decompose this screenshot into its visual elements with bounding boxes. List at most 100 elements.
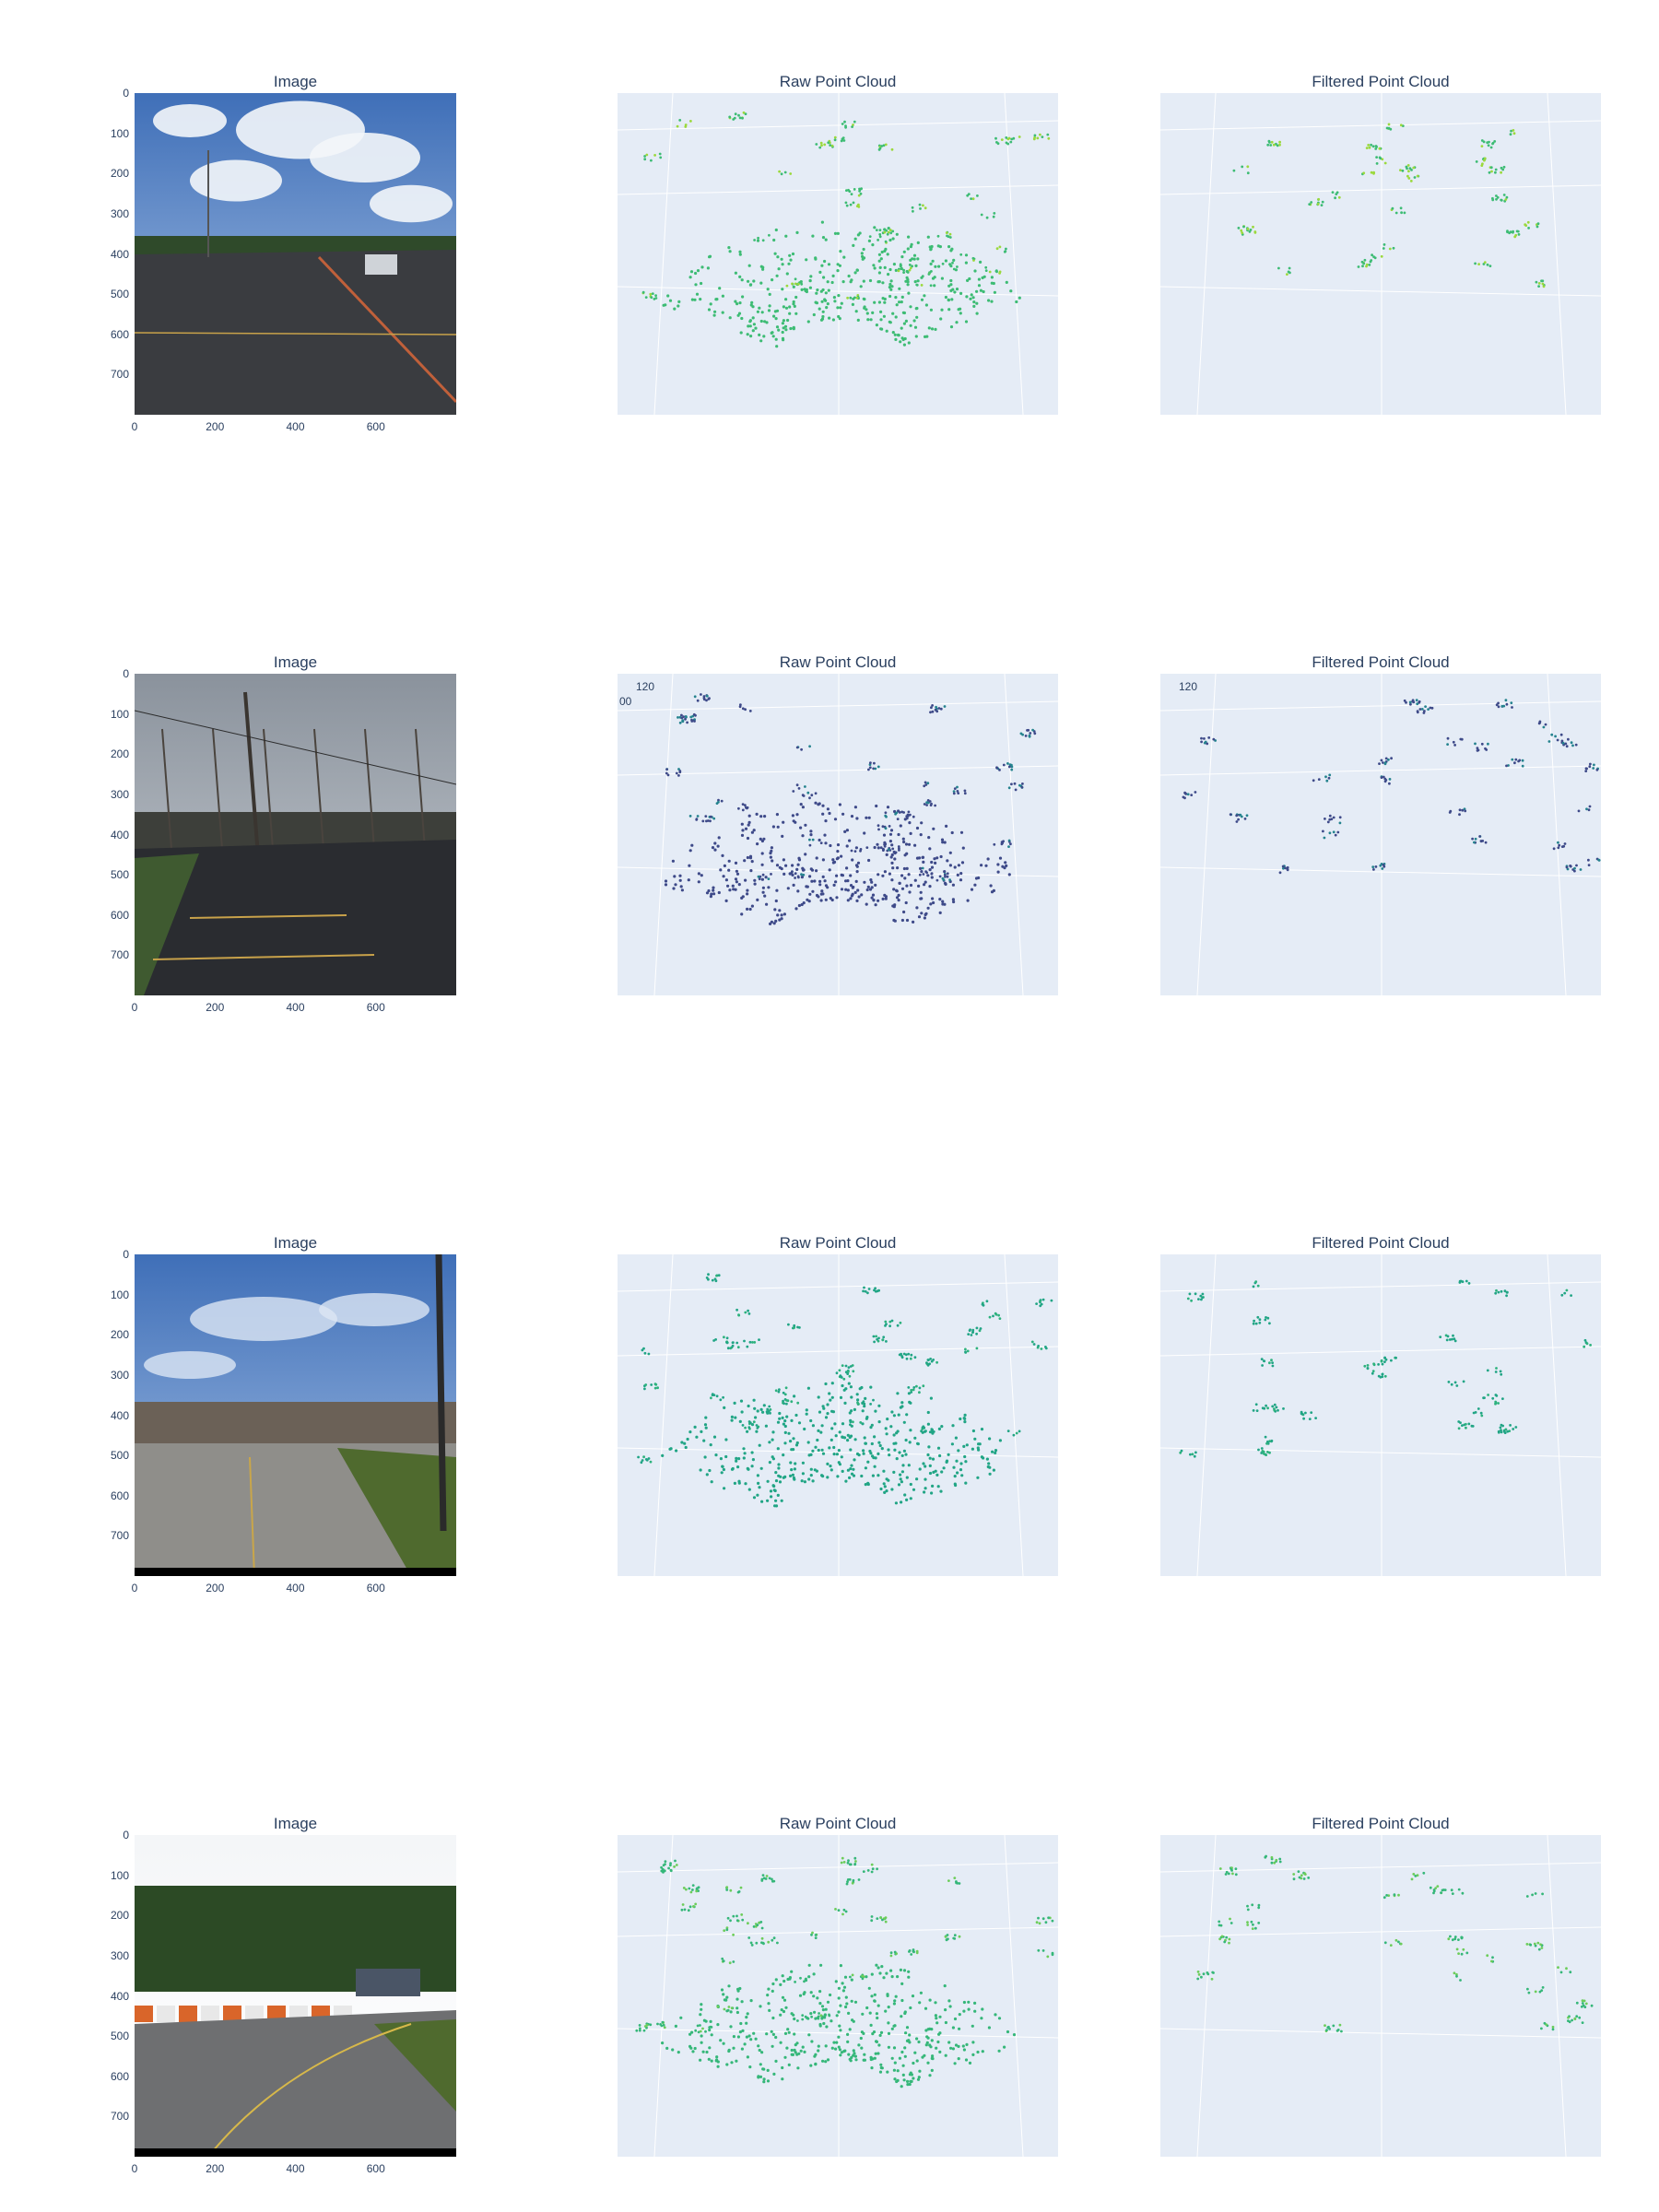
point — [791, 1473, 794, 1477]
point — [1529, 1943, 1533, 1947]
point — [897, 899, 900, 902]
point — [838, 264, 841, 267]
filtered-point-cloud[interactable] — [1160, 93, 1601, 415]
point — [1565, 1967, 1568, 1971]
point — [898, 287, 901, 290]
point — [903, 877, 907, 880]
point — [792, 883, 795, 887]
point — [1250, 1920, 1253, 1924]
point — [724, 899, 728, 902]
point — [883, 893, 887, 897]
point — [867, 816, 871, 819]
point — [998, 272, 1001, 275]
point — [885, 853, 888, 856]
point — [866, 885, 870, 888]
point — [849, 1420, 853, 1424]
point — [676, 124, 679, 128]
point — [865, 846, 869, 849]
point — [1246, 165, 1250, 169]
point — [732, 888, 735, 891]
y-tick-label: 400 — [110, 828, 129, 841]
raw-point-cloud[interactable] — [618, 1835, 1058, 2157]
point — [936, 2040, 940, 2044]
point — [699, 2024, 701, 2027]
point — [810, 2040, 814, 2043]
point — [959, 872, 963, 876]
point — [809, 1453, 813, 1456]
point — [888, 832, 893, 836]
point — [890, 861, 894, 865]
point — [771, 1455, 774, 1459]
point — [1450, 1888, 1453, 1892]
point — [927, 1445, 931, 1449]
point — [747, 814, 751, 818]
point — [1573, 2017, 1577, 2020]
point — [747, 324, 750, 328]
point — [824, 841, 828, 845]
point — [922, 873, 925, 876]
point — [716, 2005, 720, 2008]
point — [663, 1869, 666, 1873]
point — [855, 268, 859, 272]
point — [845, 2002, 849, 2006]
filtered-point-cloud[interactable] — [1160, 1835, 1601, 2157]
point — [768, 1441, 771, 1444]
point — [846, 899, 850, 902]
point — [888, 840, 892, 843]
point — [795, 813, 799, 817]
point — [973, 2009, 977, 2013]
point — [941, 262, 945, 265]
point — [899, 824, 902, 828]
point — [915, 1384, 918, 1388]
point — [1203, 741, 1206, 745]
point — [904, 319, 908, 323]
point — [1326, 2026, 1330, 2030]
point — [656, 1386, 659, 1390]
point — [853, 1863, 857, 1865]
point — [875, 804, 878, 808]
point — [907, 1975, 911, 1979]
point — [797, 903, 801, 908]
point — [907, 873, 911, 877]
point — [900, 326, 903, 330]
point — [1401, 169, 1405, 172]
point — [778, 1411, 782, 1416]
point — [644, 296, 648, 299]
point — [929, 2045, 933, 2049]
raw-point-cloud[interactable] — [618, 93, 1058, 415]
camera-image — [135, 1835, 456, 2157]
point — [752, 1420, 756, 1424]
point — [775, 325, 780, 329]
hood — [135, 1568, 456, 1576]
point — [839, 1964, 842, 1968]
point — [798, 1994, 803, 1997]
point — [855, 899, 859, 902]
point — [846, 296, 849, 300]
point — [857, 895, 861, 899]
point — [972, 300, 976, 304]
point — [710, 1480, 713, 1484]
point — [788, 253, 792, 257]
point — [899, 1968, 902, 1971]
filtered-point-cloud[interactable]: 120 — [1160, 674, 1601, 995]
point — [985, 1457, 989, 1461]
point — [1587, 858, 1590, 862]
filtered-point-cloud[interactable] — [1160, 1254, 1601, 1576]
point — [1269, 144, 1273, 147]
point — [894, 296, 898, 300]
point — [920, 912, 924, 915]
point — [967, 2000, 971, 2004]
point — [688, 849, 692, 853]
point — [775, 813, 779, 817]
point — [734, 112, 737, 116]
point — [863, 298, 866, 301]
point — [771, 1430, 775, 1434]
point — [930, 2056, 934, 2060]
raw-point-cloud[interactable] — [618, 1254, 1058, 1576]
point — [774, 1389, 778, 1393]
raw-point-cloud[interactable]: 120 00 — [618, 674, 1058, 995]
point — [767, 2002, 771, 2006]
point — [905, 1357, 909, 1360]
point — [941, 841, 945, 844]
point — [897, 845, 900, 848]
